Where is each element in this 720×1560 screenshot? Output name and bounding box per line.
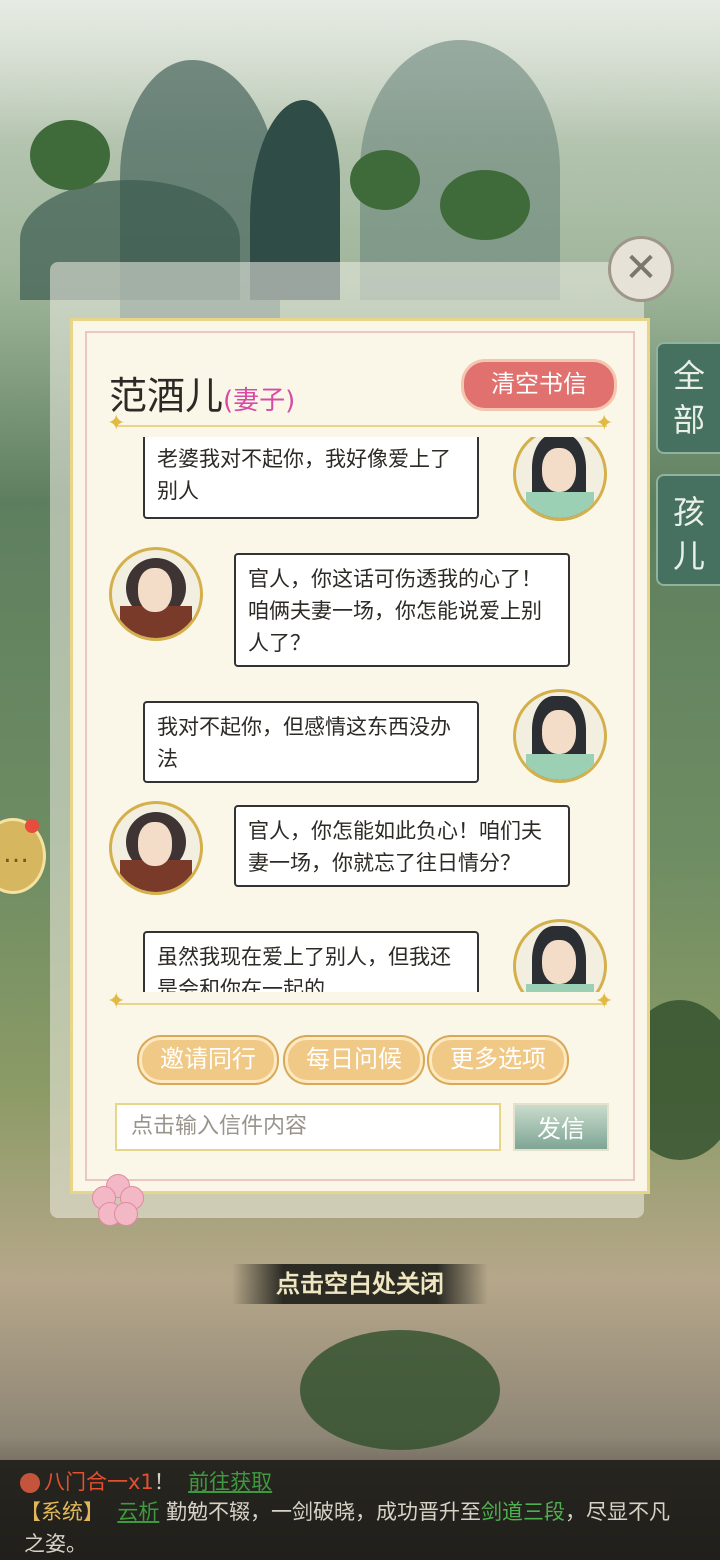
rank-name: 剑道三段 — [481, 1500, 566, 1524]
item-icon — [20, 1473, 40, 1493]
contact-name: 范酒儿 — [109, 374, 224, 418]
divider — [117, 1003, 607, 1005]
notification-dot — [25, 819, 39, 833]
clear-letters-button[interactable]: 清空书信 — [461, 359, 617, 411]
chat-icon: … — [3, 839, 29, 869]
male-avatar[interactable] — [513, 689, 607, 783]
tree — [350, 150, 420, 210]
invite-button[interactable]: 邀请同行 — [139, 1037, 277, 1083]
tree — [440, 170, 530, 240]
system-text-tail: ，尽显不凡 — [565, 1500, 671, 1524]
tab-children-label: 孩儿 — [672, 493, 705, 575]
tree — [300, 1330, 500, 1450]
system-line-cont: 之姿。 — [24, 1532, 87, 1556]
sparkle-icon: ✦ — [595, 989, 614, 1014]
male-avatar[interactable] — [513, 919, 607, 992]
tree — [30, 120, 110, 190]
send-button[interactable]: 发信 — [513, 1103, 609, 1151]
player-name-link[interactable]: 云析 — [117, 1500, 159, 1524]
message-list[interactable]: 老婆我对不起你，我好像爱上了别人 官人，你这话可伤透我的心了！咱俩夫妻一场，你怎… — [103, 437, 623, 992]
message-item: 我对不起你，但感情这东西没办法 — [103, 689, 623, 791]
sparkle-icon: ✦ — [107, 411, 126, 436]
sparkle-icon: ✦ — [107, 989, 126, 1014]
get-reward-link[interactable]: 前往获取 — [188, 1470, 272, 1494]
letter-panel: 范酒儿(妻子) 清空书信 ✦ ✦ 老婆我对不起你，我好像爱上了别人 官人，你这话… — [70, 318, 650, 1194]
mist — [0, 0, 720, 140]
system-message-bar: 八门合一x1！ 前往获取 【系统】 云析 勤勉不辍，一剑破晓，成功晋升至剑道三段… — [0, 1460, 720, 1560]
sparkle-icon: ✦ — [595, 411, 614, 436]
message-item: 官人，你怎能如此负心！咱们夫妻一场，你就忘了往日情分？ — [103, 801, 623, 901]
tab-children[interactable]: 孩儿 — [656, 474, 720, 586]
message-item: 老婆我对不起你，我好像爱上了别人 — [103, 437, 623, 527]
blossom-icon — [92, 1174, 144, 1226]
female-avatar[interactable] — [109, 547, 203, 641]
female-avatar[interactable] — [109, 801, 203, 895]
letter-input[interactable]: 点击输入信件内容 — [115, 1103, 501, 1151]
message-bubble: 虽然我现在爱上了别人，但我还是会和你在一起的 — [143, 931, 479, 992]
tap-to-close-hint[interactable]: 点击空白处关闭 — [232, 1264, 488, 1304]
message-item: 官人，你这话可伤透我的心了！咱俩夫妻一场，你怎能说爱上别人了？ — [103, 547, 623, 669]
daily-greeting-button[interactable]: 每日问候 — [285, 1037, 423, 1083]
divider — [117, 425, 607, 427]
message-item: 虽然我现在爱上了别人，但我还是会和你在一起的 — [103, 919, 623, 992]
message-bubble: 我对不起你，但感情这东西没办法 — [143, 701, 479, 783]
more-options-button[interactable]: 更多选项 — [429, 1037, 567, 1083]
message-bubble: 官人，你怎能如此负心！咱们夫妻一场，你就忘了往日情分？ — [234, 805, 570, 887]
reward-item: 八门合一x1 — [44, 1470, 154, 1494]
reward-separator: ！ — [153, 1470, 175, 1494]
tab-all-label: 全部 — [672, 357, 705, 439]
system-line: 【系统】 云析 勤勉不辍，一剑破晓，成功晋升至剑道三段，尽显不凡 — [20, 1496, 670, 1526]
contact-role: (妻子) — [223, 386, 296, 416]
message-bubble: 老婆我对不起你，我好像爱上了别人 — [143, 437, 479, 519]
tab-all[interactable]: 全部 — [656, 342, 720, 454]
system-text: 勤勉不辍，一剑破晓，成功晋升至 — [166, 1500, 482, 1524]
message-bubble: 官人，你这话可伤透我的心了！咱俩夫妻一场，你怎能说爱上别人了？ — [234, 553, 570, 667]
page-title: 范酒儿(妻子) — [109, 365, 295, 420]
close-icon[interactable]: ✕ — [608, 236, 674, 302]
reward-line: 八门合一x1！ 前往获取 — [20, 1466, 272, 1496]
male-avatar[interactable] — [513, 437, 607, 521]
system-tag: 【系统】 — [20, 1500, 104, 1524]
